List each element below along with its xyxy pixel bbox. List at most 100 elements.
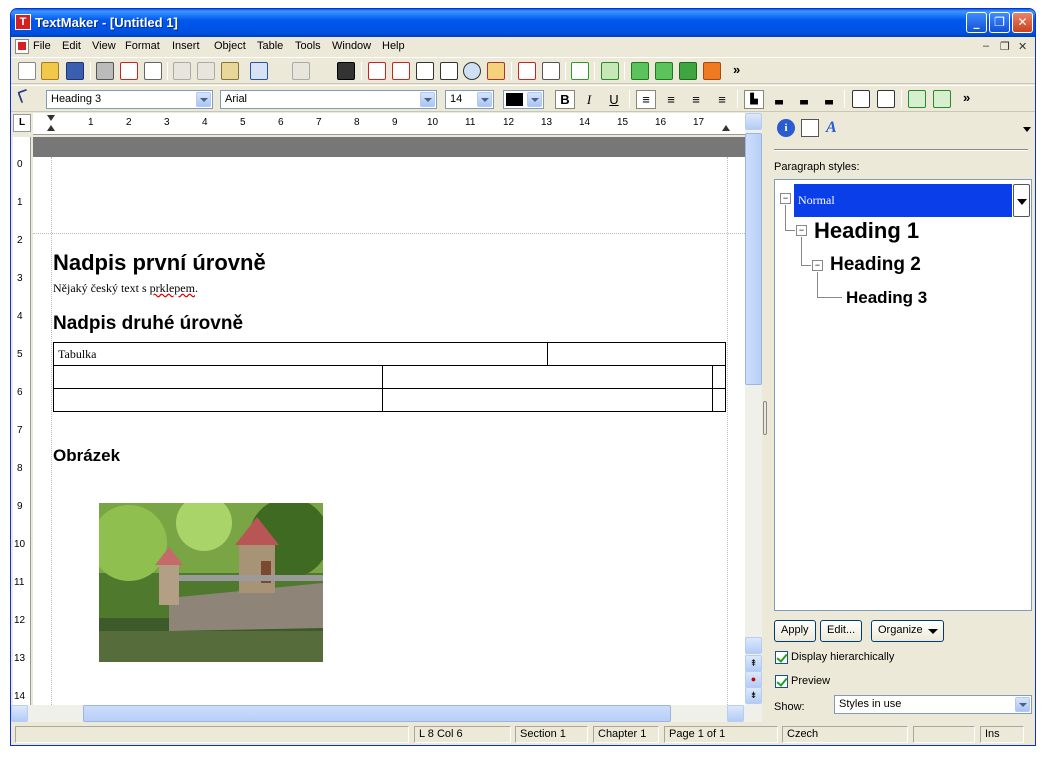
zoom-icon[interactable] bbox=[463, 62, 481, 80]
style-heading-3[interactable]: Heading 3 bbox=[846, 288, 927, 308]
hyphenation-icon[interactable] bbox=[655, 62, 673, 80]
table-cell[interactable] bbox=[547, 342, 726, 366]
horizontal-scrollbar[interactable] bbox=[11, 705, 762, 722]
text-color-combo[interactable] bbox=[503, 90, 544, 109]
menu-tools[interactable]: Tools bbox=[295, 40, 321, 52]
table-cell[interactable] bbox=[711, 388, 727, 412]
display-hierarchically-checkbox[interactable] bbox=[775, 651, 788, 664]
tree-collapse-toggle[interactable]: − bbox=[780, 193, 791, 204]
scroll-up-button[interactable] bbox=[745, 113, 762, 130]
paragraph-styles-tab-icon[interactable] bbox=[801, 119, 819, 137]
style-heading-1[interactable]: Heading 1 bbox=[814, 218, 919, 244]
paragraph-style-combo[interactable]: Heading 3 bbox=[46, 90, 213, 109]
toolbar-overflow-button[interactable]: » bbox=[733, 62, 740, 77]
format-toolbar-overflow-button[interactable]: » bbox=[963, 90, 970, 105]
organize-button[interactable]: Organize bbox=[871, 620, 944, 642]
menu-object[interactable]: Object bbox=[214, 40, 246, 52]
sidebar-menu-chevron-icon[interactable] bbox=[1023, 127, 1031, 132]
document-close-button[interactable]: ✕ bbox=[1018, 40, 1027, 53]
vertical-scroll-thumb[interactable] bbox=[745, 133, 762, 385]
insert-textframe-icon[interactable] bbox=[416, 62, 434, 80]
dropdown-arrow-icon[interactable] bbox=[477, 92, 492, 107]
scroll-left-button[interactable] bbox=[11, 705, 28, 722]
open-folder-icon[interactable] bbox=[41, 62, 59, 80]
preview-p-icon[interactable] bbox=[679, 62, 697, 80]
status-cursor-position[interactable]: L 8 Col 6 bbox=[414, 726, 511, 743]
dropdown-arrow-icon[interactable] bbox=[196, 92, 211, 107]
document-menu-icon[interactable] bbox=[15, 39, 29, 54]
table-cell[interactable] bbox=[52, 365, 384, 389]
increase-indent-icon[interactable] bbox=[933, 90, 951, 108]
print-icon[interactable] bbox=[96, 62, 114, 80]
paragraph-styles-tree[interactable]: − Normal − Heading 1 − Heading 2 Heading… bbox=[774, 179, 1032, 611]
tab-decimal-button[interactable]: ▃ bbox=[819, 90, 839, 109]
italic-button[interactable]: I bbox=[579, 90, 599, 109]
align-center-button[interactable]: ≡ bbox=[661, 90, 681, 109]
heading-level-1[interactable]: Nadpis první úrovně bbox=[53, 250, 266, 276]
find-icon[interactable] bbox=[337, 62, 355, 80]
insert-frame-icon[interactable] bbox=[392, 62, 410, 80]
character-styles-tab-icon[interactable]: A bbox=[826, 119, 844, 137]
font-icon[interactable] bbox=[518, 62, 536, 80]
previous-page-icon[interactable]: ⇞ bbox=[745, 655, 762, 672]
title-bar[interactable]: T TextMaker - [Untitled 1] _ ❐ ✕ bbox=[11, 9, 1035, 37]
table-cell[interactable] bbox=[382, 365, 713, 389]
document-restore-button[interactable]: ❐ bbox=[1000, 40, 1010, 53]
style-normal[interactable]: Normal bbox=[794, 184, 1012, 217]
menu-format[interactable]: Format bbox=[125, 40, 160, 52]
replace-icon[interactable] bbox=[487, 62, 505, 80]
dropdown-arrow-icon[interactable] bbox=[527, 92, 542, 107]
track-changes-icon[interactable] bbox=[601, 62, 619, 80]
browse-object-icon[interactable]: ● bbox=[745, 671, 762, 688]
document-page[interactable]: Nadpis první úrovně Nějaký český text s … bbox=[33, 137, 745, 705]
insert-field-icon[interactable] bbox=[368, 62, 386, 80]
heading-level-3[interactable]: Obrázek bbox=[53, 446, 120, 466]
menu-edit[interactable]: Edit bbox=[62, 40, 81, 52]
minimize-button[interactable]: _ bbox=[966, 12, 987, 33]
restore-button[interactable]: ❐ bbox=[989, 12, 1010, 33]
display-hierarchically-label[interactable]: Display hierarchically bbox=[791, 651, 894, 663]
columns-icon[interactable] bbox=[440, 62, 458, 80]
justify-button[interactable]: ≡ bbox=[712, 90, 732, 109]
bullet-list-icon[interactable] bbox=[852, 90, 870, 108]
info-icon[interactable]: i bbox=[777, 119, 795, 137]
align-left-button[interactable]: ≡ bbox=[636, 90, 656, 109]
print-preview-icon[interactable] bbox=[144, 62, 162, 80]
left-indent-marker[interactable] bbox=[47, 125, 55, 131]
bold-button[interactable]: B bbox=[555, 90, 575, 109]
spellcheck-icon[interactable] bbox=[571, 62, 589, 80]
right-indent-marker[interactable] bbox=[722, 125, 730, 131]
tab-left-button[interactable]: ▙ bbox=[744, 90, 764, 109]
horizontal-ruler[interactable]: 1 2 3 4 5 6 7 8 9 10 11 12 13 14 15 16 1… bbox=[33, 113, 745, 135]
tab-center-button[interactable]: ▃ bbox=[769, 90, 789, 109]
tree-collapse-toggle[interactable]: − bbox=[812, 260, 823, 271]
vertical-ruler[interactable]: 0 1 2 3 4 5 6 7 8 9 10 11 12 13 14 bbox=[13, 137, 31, 705]
cut-icon[interactable] bbox=[173, 62, 191, 80]
format-icon[interactable] bbox=[542, 62, 560, 80]
dropdown-arrow-icon[interactable] bbox=[420, 92, 435, 107]
table-cell[interactable]: Tabulka bbox=[52, 342, 549, 366]
style-heading-2[interactable]: Heading 2 bbox=[830, 254, 921, 276]
status-insert-mode[interactable]: Ins bbox=[980, 726, 1024, 743]
apply-button[interactable]: Apply bbox=[774, 620, 816, 642]
close-button[interactable]: ✕ bbox=[1012, 12, 1033, 33]
align-right-button[interactable]: ≡ bbox=[686, 90, 706, 109]
heading-level-2[interactable]: Nadpis druhé úrovně bbox=[53, 313, 243, 335]
document-table[interactable]: Tabulka bbox=[52, 342, 727, 412]
textmaker-app-icon[interactable]: T bbox=[15, 14, 31, 30]
menu-table[interactable]: Table bbox=[257, 40, 283, 52]
tab-type-selector[interactable]: L bbox=[13, 114, 31, 132]
save-icon[interactable] bbox=[66, 62, 84, 80]
inserted-picture[interactable] bbox=[99, 503, 323, 662]
scroll-right-button[interactable] bbox=[727, 705, 744, 722]
pdf-export-icon[interactable] bbox=[120, 62, 138, 80]
menu-help[interactable]: Help bbox=[382, 40, 405, 52]
horizontal-scroll-thumb[interactable] bbox=[83, 705, 671, 722]
menu-window[interactable]: Window bbox=[332, 40, 371, 52]
tab-right-button[interactable]: ▃ bbox=[794, 90, 814, 109]
numbered-list-icon[interactable] bbox=[877, 90, 895, 108]
undo-icon[interactable] bbox=[250, 62, 268, 80]
preview-label[interactable]: Preview bbox=[791, 675, 830, 687]
copy-icon[interactable] bbox=[197, 62, 215, 80]
select-pointer-icon[interactable] bbox=[17, 88, 31, 104]
